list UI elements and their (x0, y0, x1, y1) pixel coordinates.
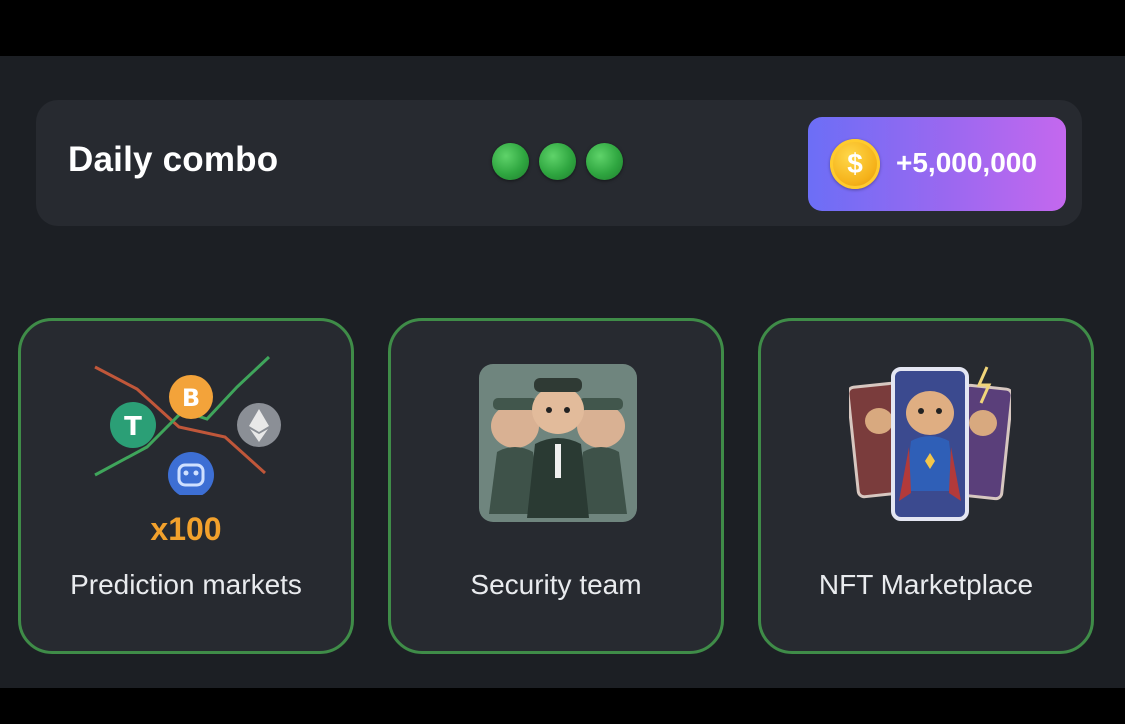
coin-icon: $ (830, 139, 880, 189)
screen: Daily combo $ +5,000,000 B T x100 Predic… (0, 0, 1125, 724)
card-label-nft-marketplace: NFT Marketplace (818, 569, 1034, 600)
hamster-token-icon (168, 452, 214, 495)
daily-combo-title: Daily combo (68, 140, 279, 179)
hamster-guards-image (479, 364, 637, 522)
card-security-team[interactable]: Security team (388, 318, 724, 654)
card-label-prediction-markets: Prediction markets (70, 569, 302, 600)
daily-combo-panel: Daily combo $ +5,000,000 B T x100 Predic… (0, 56, 1125, 688)
combo-dot-3 (586, 143, 623, 180)
svg-text:T: T (124, 412, 142, 442)
card-nft-marketplace[interactable]: NFT Marketplace (758, 318, 1094, 654)
daily-combo-bar: Daily combo $ +5,000,000 (36, 100, 1082, 226)
card-prediction-markets[interactable]: B T x100 Prediction markets (18, 318, 354, 654)
multiplier-badge: x100 (150, 511, 222, 547)
svg-text:B: B (182, 384, 200, 412)
combo-reward-amount: +5,000,000 (896, 147, 1037, 178)
combo-dot-2 (539, 143, 576, 180)
combo-reward-button[interactable]: $ +5,000,000 (808, 117, 1066, 211)
combo-progress-dots (492, 143, 623, 180)
combo-dot-1 (492, 143, 529, 180)
crypto-chart-icon: B T (94, 355, 281, 495)
card-label-security-team: Security team (470, 569, 642, 600)
hamster-cards-image (849, 366, 1011, 521)
